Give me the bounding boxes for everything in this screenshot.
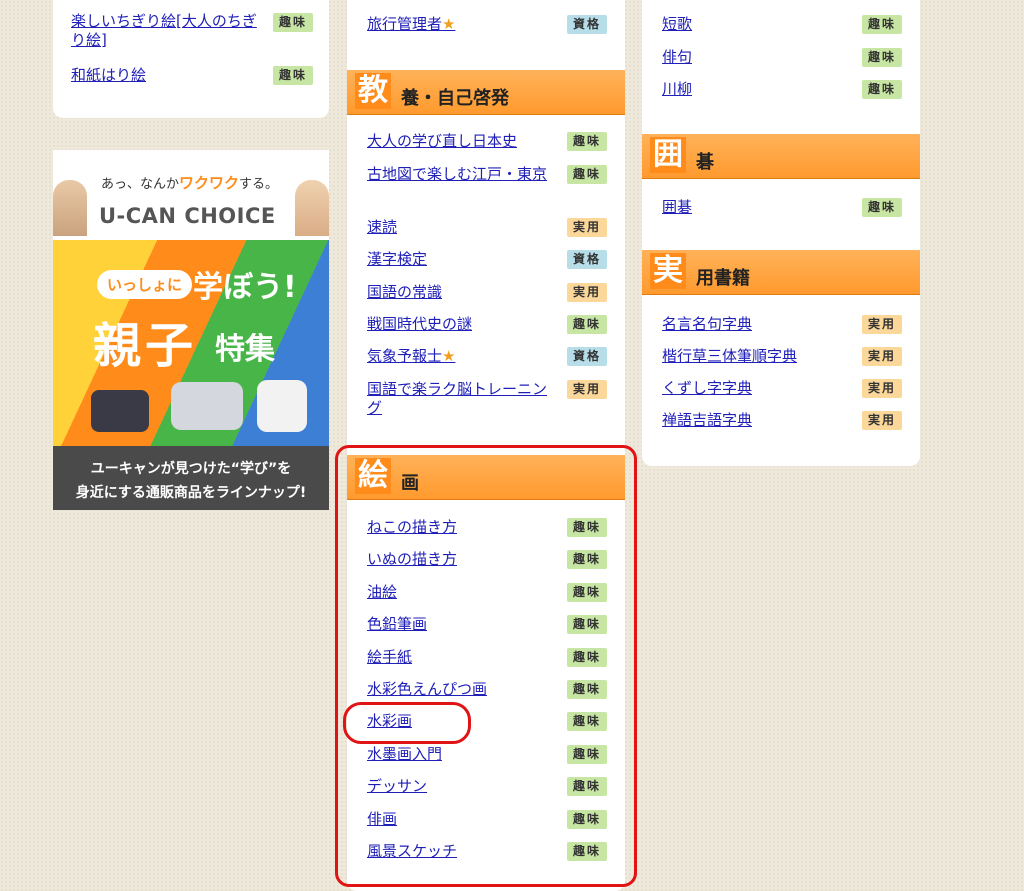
hobby-badge: 趣味 [567, 132, 607, 151]
list-item: 古地図で楽しむ江戸・東京 趣味 [347, 165, 625, 205]
hobby-badge: 趣味 [862, 198, 902, 217]
list-item: 楷行草三体筆順字典 実用 [642, 347, 920, 373]
category-header-igo: 囲碁 [642, 134, 920, 179]
banner-header: あっ、なんかワクワクする。 U-CAN CHOICE [53, 150, 329, 240]
course-link[interactable]: くずし字字典 [662, 379, 752, 398]
list-item: 俳句 趣味 [642, 48, 920, 74]
robot-image [257, 380, 307, 432]
banner-headline: 学ぼう! [193, 270, 297, 305]
list-item: 速読 実用 [347, 218, 625, 244]
category-header-jitsuyo: 実用書籍 [642, 250, 920, 295]
hobby-badge: 趣味 [862, 80, 902, 99]
right-course-card: 短歌 趣味 俳句 趣味 川柳 趣味 囲碁 囲碁 趣味 実用書籍 名言名句字典 実… [642, 0, 920, 466]
list-item: 気象予報士★ 資格 [347, 347, 625, 373]
star-icon: ★ [442, 15, 456, 33]
hobby-badge: 趣味 [273, 66, 313, 85]
list-item: 短歌 趣味 [642, 15, 920, 41]
star-icon: ★ [442, 347, 456, 365]
hobby-badge: 趣味 [273, 13, 313, 32]
hobby-badge: 趣味 [567, 165, 607, 184]
highlight-suisaiga-link [343, 702, 471, 744]
course-link[interactable]: 短歌 [662, 15, 692, 34]
list-item: 戦国時代史の謎 趣味 [347, 315, 625, 341]
banner-tagline: あっ、なんかワクワクする。 [101, 174, 279, 192]
child-photo-right [295, 180, 329, 236]
course-link[interactable]: 囲碁 [662, 198, 692, 217]
list-item: 禅語吉語字典 実用 [642, 411, 920, 437]
practical-badge: 実用 [862, 379, 902, 398]
qualification-badge: 資格 [567, 250, 607, 269]
practical-badge: 実用 [862, 347, 902, 366]
list-item: 囲碁 趣味 [642, 198, 920, 224]
practical-badge: 実用 [862, 315, 902, 334]
list-item: 国語で楽ラク脳トレーニング 実用 [347, 380, 625, 420]
category-header-kyoyo: 教養・自己啓発 [347, 70, 625, 115]
course-link[interactable]: 漢字検定 [367, 250, 427, 269]
hobby-badge: 趣味 [862, 15, 902, 34]
list-item: 旅行管理者★ 資格 [347, 15, 625, 41]
course-link[interactable]: 楽しいちぎり絵[大人のちぎり絵] [71, 12, 271, 50]
course-link[interactable]: 古地図で楽しむ江戸・東京 [367, 165, 557, 184]
child-photo-left [53, 180, 87, 236]
practical-badge: 実用 [567, 283, 607, 302]
pill-label: いっしょに [97, 270, 193, 299]
list-item: 国語の常識 実用 [347, 283, 625, 309]
list-item: 楽しいちぎり絵[大人のちぎり絵] 趣味 [53, 12, 329, 56]
hobby-badge: 趣味 [862, 48, 902, 67]
list-item: 漢字検定 資格 [347, 250, 625, 276]
practical-badge: 実用 [567, 218, 607, 237]
banner-footer: ユーキャンが見つけた“学び”を 身近にする通販商品をラインナップ! [53, 446, 329, 510]
course-link[interactable]: 大人の学び直し日本史 [367, 132, 517, 151]
list-item: くずし字字典 実用 [642, 379, 920, 405]
u-can-choice-banner[interactable]: あっ、なんかワクワクする。 U-CAN CHOICE いっしょに 学ぼう! 親子… [53, 150, 329, 510]
course-link[interactable]: 和紙はり絵 [71, 66, 146, 85]
banner-tokushu: 特集 [215, 332, 275, 367]
course-link[interactable]: 川柳 [662, 80, 692, 99]
highlight-kaiga-section [335, 445, 637, 887]
course-link[interactable]: 名言名句字典 [662, 315, 752, 334]
science-kit-image [171, 382, 243, 430]
brand-logo: U-CAN CHOICE [99, 204, 276, 228]
course-link[interactable]: 楷行草三体筆順字典 [662, 347, 797, 366]
left-course-card: 楽しいちぎり絵[大人のちぎり絵] 趣味 和紙はり絵 趣味 [53, 0, 329, 118]
practical-badge: 実用 [567, 380, 607, 399]
list-item: 川柳 趣味 [642, 80, 920, 106]
hobby-badge: 趣味 [567, 315, 607, 334]
course-link[interactable]: 国語で楽ラク脳トレーニング [367, 380, 557, 418]
list-item: 名言名句字典 実用 [642, 315, 920, 341]
course-link[interactable]: 気象予報士★ [367, 347, 455, 366]
course-link[interactable]: 俳句 [662, 48, 692, 67]
list-item: 大人の学び直し日本史 趣味 [347, 132, 625, 158]
banner-big-title: 親子 [93, 318, 198, 374]
practical-badge: 実用 [862, 411, 902, 430]
course-link[interactable]: 禅語吉語字典 [662, 411, 752, 430]
course-link[interactable]: 旅行管理者★ [367, 15, 455, 34]
course-link[interactable]: 国語の常識 [367, 283, 442, 302]
course-link[interactable]: 速読 [367, 218, 397, 237]
banner-colorful-panel: いっしょに 学ぼう! 親子 特集 [53, 240, 329, 446]
robot-toy-image [91, 390, 149, 432]
qualification-badge: 資格 [567, 347, 607, 366]
list-item: 和紙はり絵 趣味 [53, 66, 329, 92]
course-link[interactable]: 戦国時代史の謎 [367, 315, 472, 334]
qualification-badge: 資格 [567, 15, 607, 34]
